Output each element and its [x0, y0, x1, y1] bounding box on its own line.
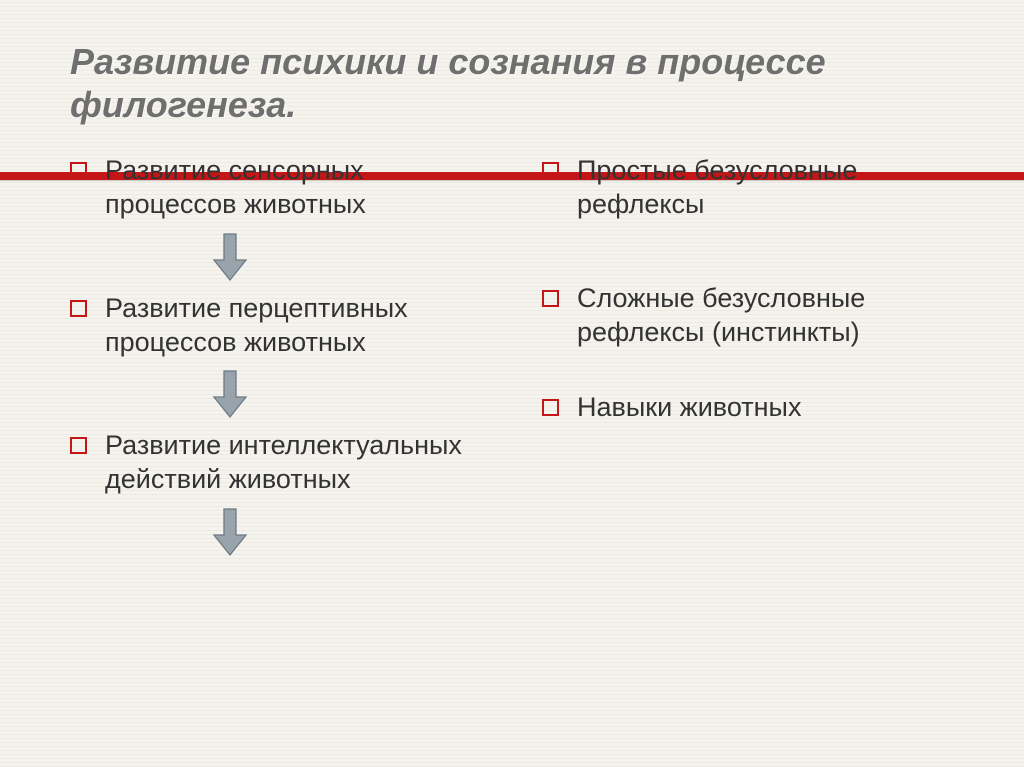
list-item-text: Развитие сенсорных процессов животных	[105, 154, 492, 222]
bullet-square-icon	[542, 290, 559, 307]
list-item-text: Развитие перцептивных процессов животных	[105, 292, 492, 360]
list-item-text: Простые безусловные рефлексы	[577, 154, 964, 222]
list-item: Навыки животных	[542, 391, 964, 425]
bullet-square-icon	[542, 162, 559, 179]
list-item: Развитие сенсорных процессов животных	[70, 154, 492, 222]
arrow-down-icon	[211, 232, 249, 282]
spacer	[542, 264, 964, 282]
arrow-down-wrap	[70, 497, 390, 567]
list-item-text: Сложные безусловные рефлексы (инстинкты)	[577, 282, 964, 350]
bullet-square-icon	[70, 300, 87, 317]
right-column: Простые безусловные рефлексы Сложные без…	[542, 154, 964, 567]
slide-title: Развитие психики и сознания в процессе ф…	[70, 40, 964, 126]
bullet-square-icon	[542, 399, 559, 416]
slide: Развитие психики и сознания в процессе ф…	[0, 0, 1024, 767]
list-item: Развитие перцептивных процессов животных	[70, 292, 492, 360]
arrow-down-icon	[211, 369, 249, 419]
left-column: Развитие сенсорных процессов животных Ра…	[70, 154, 492, 567]
spacer	[542, 349, 964, 391]
bullet-square-icon	[70, 437, 87, 454]
content-columns: Развитие сенсорных процессов животных Ра…	[70, 154, 964, 567]
list-item: Простые безусловные рефлексы	[542, 154, 964, 222]
bullet-square-icon	[70, 162, 87, 179]
arrow-down-wrap	[70, 222, 390, 292]
list-item-text: Навыки животных	[577, 391, 801, 425]
list-item: Развитие интеллектуальных действий живот…	[70, 429, 492, 497]
arrow-down-icon	[211, 507, 249, 557]
list-item: Сложные безусловные рефлексы (инстинкты)	[542, 282, 964, 350]
arrow-down-wrap	[70, 359, 390, 429]
spacer	[542, 222, 964, 264]
list-item-text: Развитие интеллектуальных действий живот…	[105, 429, 492, 497]
